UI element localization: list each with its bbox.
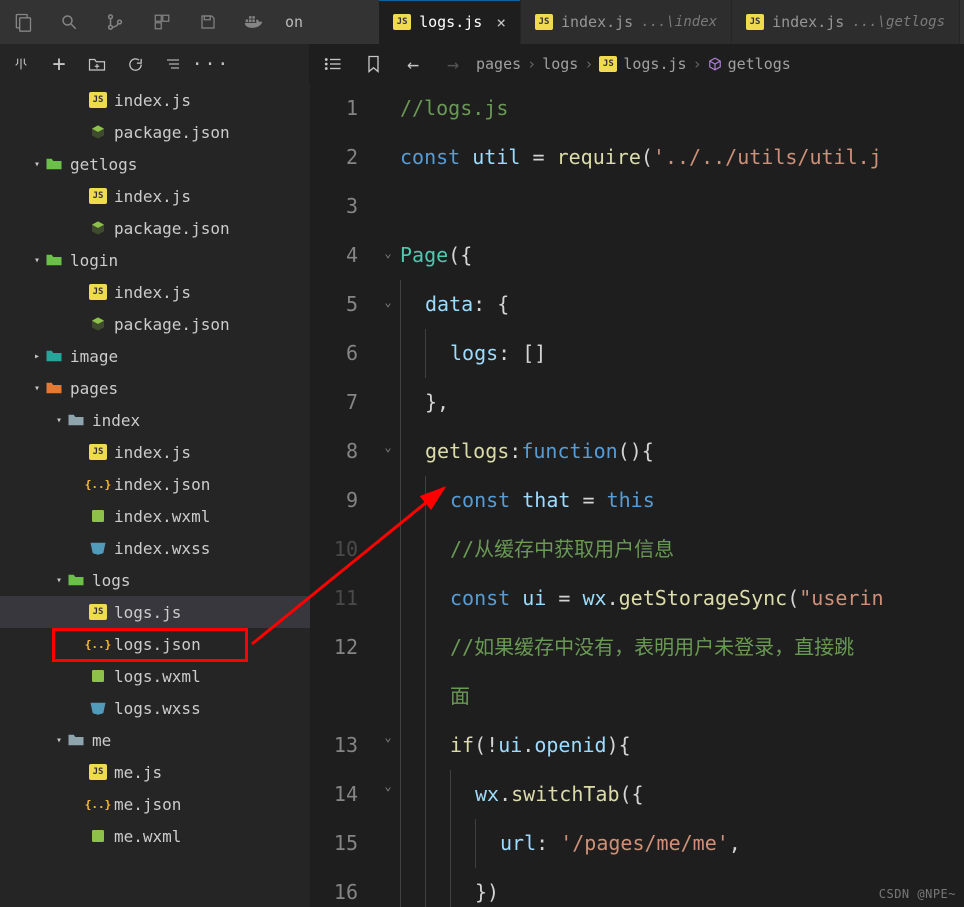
tree-item[interactable]: me.wxml	[0, 820, 310, 852]
tab-label: index.js	[772, 13, 844, 31]
tree-item[interactable]: index.wxss	[0, 532, 310, 564]
tree-item[interactable]: ▾me	[0, 724, 310, 756]
watermark: CSDN @NPE~	[879, 887, 956, 901]
bookmark-icon[interactable]	[356, 47, 390, 81]
tree-item[interactable]: ▾getlogs	[0, 148, 310, 180]
tree-item[interactable]: JSindex.js	[0, 436, 310, 468]
tree-item[interactable]: package.json	[0, 308, 310, 340]
source-control-icon[interactable]	[96, 2, 134, 42]
editor-tabs: JS logs.js × JS index.js ...\index JS in…	[379, 0, 960, 44]
fold-column[interactable]: ⌄⌄⌄⌄⌄	[376, 84, 400, 907]
tree-item[interactable]: ▸image	[0, 340, 310, 372]
tab-hint: ...\getlogs	[852, 14, 945, 30]
js-icon: JS	[746, 14, 764, 30]
tree-item[interactable]: {..}index.json	[0, 468, 310, 500]
tree-item[interactable]: ▾logs	[0, 564, 310, 596]
breadcrumb-seg[interactable]: getlogs	[728, 55, 791, 73]
editor: ← → pages › logs › JS logs.js › getlogs …	[310, 44, 964, 907]
tree-item[interactable]: ▾login	[0, 244, 310, 276]
method-icon	[708, 57, 722, 71]
tree-item[interactable]: ▾pages	[0, 372, 310, 404]
tab-index-js-2[interactable]: JS index.js ...\getlogs	[732, 0, 960, 44]
code-area[interactable]: 12345678910111213141516 ⌄⌄⌄⌄⌄ //logs.jsc…	[310, 84, 964, 907]
activity-bar: on JS logs.js × JS index.js ...\index JS…	[0, 0, 964, 44]
tab-logs-js[interactable]: JS logs.js ×	[379, 0, 521, 44]
tab-label: index.js	[561, 13, 633, 31]
code-content[interactable]: //logs.jsconst util = require('../../uti…	[400, 84, 964, 907]
chevron-right-icon: ›	[693, 55, 702, 73]
filter-icon[interactable]	[4, 47, 38, 81]
back-icon[interactable]: ←	[396, 47, 430, 81]
tree-item[interactable]: {..}me.json	[0, 788, 310, 820]
more-icon[interactable]: ···	[194, 47, 228, 81]
close-icon[interactable]: ×	[496, 13, 506, 32]
line-numbers: 12345678910111213141516	[310, 84, 376, 907]
refresh-icon[interactable]	[118, 47, 152, 81]
tree-item[interactable]: ▾index	[0, 404, 310, 436]
js-icon: JS	[535, 14, 553, 30]
file-tree[interactable]: JSindex.jspackage.json▾getlogsJSindex.js…	[0, 84, 310, 907]
tree-item[interactable]: {..}logs.json	[0, 628, 310, 660]
editor-toolbar: ← → pages › logs › JS logs.js › getlogs	[310, 44, 964, 84]
tree-item[interactable]: JSindex.js	[0, 180, 310, 212]
new-file-icon[interactable]: +	[42, 47, 76, 81]
search-icon[interactable]	[50, 2, 88, 42]
extensions-icon[interactable]	[143, 2, 181, 42]
list-icon[interactable]	[316, 47, 350, 81]
tree-item[interactable]: JSindex.js	[0, 84, 310, 116]
sidebar-toolbar: + ···	[0, 44, 310, 84]
explorer-icon[interactable]	[4, 2, 42, 42]
js-icon: JS	[599, 56, 617, 72]
tree-item[interactable]: JSlogs.js	[0, 596, 310, 628]
sidebar: + ··· JSindex.jspackage.json▾getlogsJSin…	[0, 44, 310, 907]
tree-item[interactable]: JSme.js	[0, 756, 310, 788]
new-folder-icon[interactable]	[80, 47, 114, 81]
breadcrumb-seg[interactable]: pages	[476, 55, 521, 73]
chevron-right-icon: ›	[584, 55, 593, 73]
tree-item[interactable]: package.json	[0, 116, 310, 148]
tab-label: logs.js	[419, 13, 482, 31]
js-icon: JS	[393, 14, 411, 30]
chevron-right-icon: ›	[527, 55, 536, 73]
breadcrumb-seg[interactable]: logs	[542, 55, 578, 73]
topstrip-text: on	[281, 13, 307, 31]
tree-item[interactable]: logs.wxss	[0, 692, 310, 724]
tab-index-js-1[interactable]: JS index.js ...\index	[521, 0, 732, 44]
tree-item[interactable]: JSindex.js	[0, 276, 310, 308]
save-icon[interactable]	[189, 2, 227, 42]
tree-item[interactable]: index.wxml	[0, 500, 310, 532]
docker-icon[interactable]	[235, 2, 273, 42]
breadcrumb-seg[interactable]: logs.js	[623, 55, 686, 73]
tab-hint: ...\index	[641, 14, 717, 30]
tree-item[interactable]: package.json	[0, 212, 310, 244]
forward-icon[interactable]: →	[436, 47, 470, 81]
collapse-all-icon[interactable]	[156, 47, 190, 81]
tree-item[interactable]: logs.wxml	[0, 660, 310, 692]
